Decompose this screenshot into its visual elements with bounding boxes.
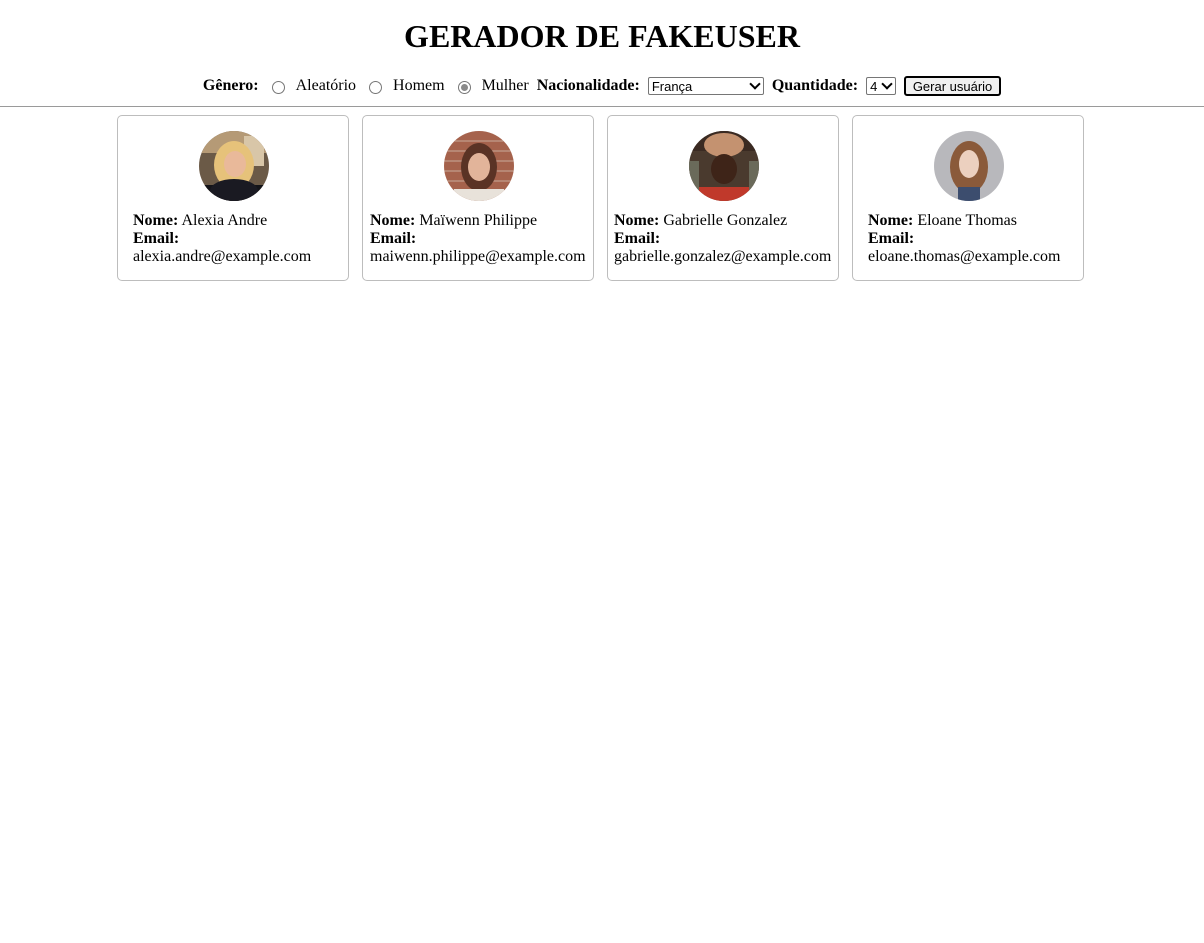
email-label: Email: — [133, 230, 180, 247]
avatar — [934, 131, 1004, 201]
name-label: Nome: — [614, 212, 660, 229]
nationality-select[interactable]: França — [647, 77, 764, 95]
user-info: Nome: Alexia Andre Email: alexia.andre@e… — [133, 212, 311, 266]
user-info: Nome: Maïwenn Philippe Email: maiwenn.ph… — [370, 212, 586, 266]
avatar — [199, 131, 269, 201]
user-email: alexia.andre@example.com — [133, 248, 312, 265]
chevron-down-icon — [749, 78, 761, 90]
name-label: Nome: — [370, 212, 416, 229]
gender-radio-random[interactable] — [271, 80, 285, 94]
user-info: Nome: Eloane Thomas Email: eloane.thomas… — [868, 212, 1060, 266]
nationality-label: Nacionalidade: — [536, 77, 640, 94]
user-name-row: Nome: Alexia Andre — [133, 212, 311, 230]
generate-user-button[interactable]: Gerar usuário — [904, 76, 1002, 96]
gender-radio-male[interactable] — [369, 80, 383, 94]
user-name: Alexia Andre — [181, 212, 268, 229]
user-card-list: Nome: Alexia Andre Email: alexia.andre@e… — [117, 115, 1084, 281]
user-name: Eloane Thomas — [917, 212, 1017, 229]
user-card: Nome: Eloane Thomas Email: eloane.thomas… — [852, 115, 1084, 281]
gender-option-female[interactable]: Mulher — [482, 77, 529, 95]
user-email: eloane.thomas@example.com — [868, 248, 1061, 265]
avatar — [689, 131, 759, 201]
generator-form: Gênero: Aleatório Homem Mulher Nacionali… — [0, 76, 1204, 96]
name-label: Nome: — [868, 212, 914, 229]
page-title: GERADOR DE FAKEUSER — [404, 18, 800, 54]
quantity-select[interactable]: 4 — [866, 77, 897, 95]
quantity-label: Quantidade: — [771, 77, 859, 94]
user-email: maiwenn.philippe@example.com — [370, 248, 586, 265]
user-card: Nome: Maïwenn Philippe Email: maiwenn.ph… — [362, 115, 594, 281]
email-label: Email: — [370, 230, 417, 247]
gender-option-male[interactable]: Homem — [393, 77, 445, 95]
user-info: Nome: Gabrielle Gonzalez Email: gabriell… — [614, 212, 831, 266]
gender-label: Gênero: — [202, 77, 259, 94]
header-divider — [0, 106, 1204, 107]
nationality-value: França — [651, 78, 693, 94]
user-name-row: Nome: Gabrielle Gonzalez — [614, 212, 831, 230]
user-card: Nome: Gabrielle Gonzalez Email: gabriell… — [607, 115, 839, 281]
email-label: Email: — [614, 230, 661, 247]
gender-radio-female[interactable] — [457, 80, 471, 94]
email-label: Email: — [868, 230, 915, 247]
gender-option-random[interactable]: Aleatório — [296, 77, 356, 95]
user-name: Gabrielle Gonzalez — [663, 212, 788, 229]
name-label: Nome: — [133, 212, 179, 229]
avatar — [444, 131, 514, 201]
user-email: gabrielle.gonzalez@example.com — [614, 248, 832, 265]
user-name-row: Nome: Eloane Thomas — [868, 212, 1060, 230]
user-name-row: Nome: Maïwenn Philippe — [370, 212, 586, 230]
chevron-down-icon — [881, 78, 893, 90]
user-card: Nome: Alexia Andre Email: alexia.andre@e… — [117, 115, 349, 281]
quantity-value: 4 — [870, 78, 878, 94]
user-name: Maïwenn Philippe — [419, 212, 538, 229]
